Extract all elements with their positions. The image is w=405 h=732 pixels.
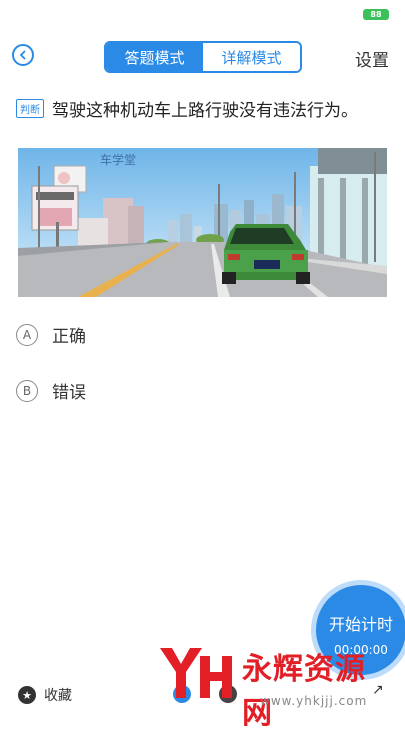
watermark: 永辉资源网 www.yhkjjj.com	[156, 640, 392, 731]
tab-explain-mode[interactable]: 详解模式	[203, 43, 300, 71]
tab-answer-mode[interactable]: 答题模式	[106, 43, 203, 71]
back-button[interactable]	[12, 44, 34, 66]
question-image: 车学堂	[18, 148, 387, 297]
settings-button[interactable]: 设置	[355, 46, 389, 71]
option-a-letter: A	[16, 323, 38, 346]
status-bar: 88	[0, 0, 405, 26]
header: 答题模式 详解模式 设置	[0, 34, 405, 78]
watermark-title: 永辉资源网	[242, 652, 366, 731]
battery-indicator: 88	[363, 9, 389, 20]
favorite-button[interactable]: ★ 收藏	[18, 685, 72, 705]
option-a-text: 正确	[52, 327, 86, 347]
watermark-url: www.yhkjjj.com	[260, 694, 368, 708]
option-b[interactable]: B 错误	[16, 378, 86, 403]
favorite-label: 收藏	[44, 688, 72, 704]
question: 判断 驾驶这种机动车上路行驶没有违法行为。	[16, 96, 396, 121]
timer-label: 开始计时	[328, 615, 393, 634]
chevron-left-icon	[19, 50, 26, 60]
option-a[interactable]: A 正确	[16, 322, 86, 347]
mode-switch: 答题模式 详解模式	[104, 41, 302, 73]
watermark-logo-icon	[160, 648, 232, 698]
option-b-text: 错误	[52, 383, 86, 403]
option-b-letter: B	[16, 379, 38, 402]
star-icon: ★	[18, 686, 36, 704]
image-watermark: 车学堂	[100, 152, 136, 167]
question-type-badge: 判断	[16, 99, 44, 118]
question-text: 驾驶这种机动车上路行驶没有违法行为。	[52, 101, 358, 121]
